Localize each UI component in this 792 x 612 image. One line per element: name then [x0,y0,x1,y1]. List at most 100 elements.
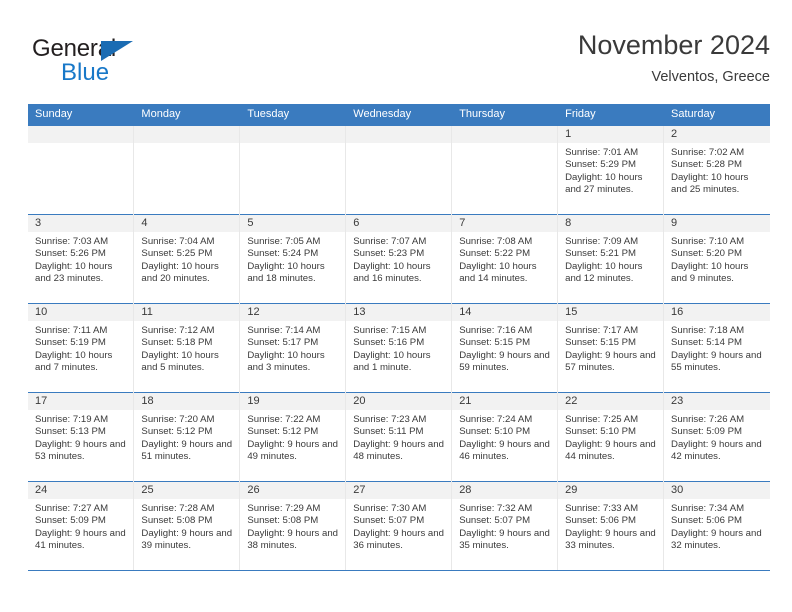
logo-triangle-icon [101,41,133,61]
daylight-text: Daylight: 9 hours and 57 minutes. [565,349,656,374]
sunset-text: Sunset: 5:15 PM [565,337,637,349]
daylight-text: Daylight: 9 hours and 33 minutes. [565,527,656,552]
daylight-text: Daylight: 10 hours and 18 minutes. [247,260,325,285]
calendar-day-cell[interactable]: 30 Sunrise: 7:34 AM Sunset: 5:06 PM Dayligh… [663,481,770,571]
calendar-day-cell[interactable]: 28 Sunrise: 7:32 AM Sunset: 5:07 PM Dayligh… [451,481,559,571]
daylight-text: Daylight: 9 hours and 39 minutes. [141,527,233,552]
day-number: 21 [452,393,558,410]
day-sun-info: Sunrise: 7:22 AM Sunset: 5:12 PM Daylight:… [240,410,345,464]
day-number: 18 [134,393,240,410]
sunset-text: Sunset: 5:26 PM [35,248,106,260]
sunset-text: Sunset: 5:22 PM [459,248,531,260]
calendar-day-cell[interactable]: 22 Sunrise: 7:25 AM Sunset: 5:10 PM Dayligh… [557,392,665,482]
sunset-text: Sunset: 5:17 PM [247,337,319,349]
day-number: 23 [664,393,770,410]
sunrise-text: Sunrise: 7:22 AM [247,414,321,425]
calendar-day-cell[interactable]: 24 Sunrise: 7:27 AM Sunset: 5:09 PM Dayligh… [28,481,135,571]
calendar-day-cell[interactable]: 13 Sunrise: 7:15 AM Sunset: 5:16 PM Dayligh… [345,303,453,393]
calendar-week-row: 1 Sunrise: 7:01 AM Sunset: 5:29 PM Daylight… [28,125,770,215]
calendar-day-cell-empty [133,125,241,215]
calendar-day-cell[interactable]: 21 Sunrise: 7:24 AM Sunset: 5:10 PM Dayligh… [451,392,559,482]
sunrise-text: Sunrise: 7:25 AM [565,414,639,425]
daylight-text: Daylight: 9 hours and 41 minutes. [35,527,126,552]
calendar-day-cell[interactable]: 18 Sunrise: 7:20 AM Sunset: 5:12 PM Dayligh… [133,392,241,482]
day-number: 3 [28,215,134,232]
calendar-day-cell[interactable]: 26 Sunrise: 7:29 AM Sunset: 5:08 PM Dayligh… [239,481,347,571]
calendar-day-cell[interactable]: 23 Sunrise: 7:26 AM Sunset: 5:09 PM Dayligh… [663,392,770,482]
daylight-text: Daylight: 9 hours and 38 minutes. [247,527,339,552]
sunrise-text: Sunrise: 7:17 AM [565,325,639,336]
day-number: 29 [558,482,664,499]
calendar-day-cell[interactable]: 11 Sunrise: 7:12 AM Sunset: 5:18 PM Dayligh… [133,303,241,393]
sunrise-text: Sunrise: 7:26 AM [671,414,745,425]
day-sun-info: Sunrise: 7:02 AM Sunset: 5:28 PM Daylight:… [664,143,769,197]
calendar-day-cell[interactable]: 14 Sunrise: 7:16 AM Sunset: 5:15 PM Dayligh… [451,303,559,393]
calendar-day-cell[interactable]: 19 Sunrise: 7:22 AM Sunset: 5:12 PM Dayligh… [239,392,347,482]
day-number: 11 [134,304,240,321]
sunset-text: Sunset: 5:18 PM [141,337,213,349]
sunset-text: Sunset: 5:10 PM [565,426,637,438]
calendar-day-cell[interactable]: 20 Sunrise: 7:23 AM Sunset: 5:11 PM Dayligh… [345,392,453,482]
calendar-day-cell[interactable]: 12 Sunrise: 7:14 AM Sunset: 5:17 PM Dayligh… [239,303,347,393]
calendar-week-row: 10 Sunrise: 7:11 AM Sunset: 5:19 PM Dayligh… [28,303,770,393]
calendar-day-cell-empty [345,125,453,215]
calendar-grid: Sunday Monday Tuesday Wednesday Thursday Frid… [28,104,770,571]
calendar-day-cell[interactable]: 1 Sunrise: 7:01 AM Sunset: 5:29 PM Daylight… [557,125,665,215]
calendar-page: General Blue November 2024 Velventos, Gr… [0,0,792,612]
sunset-text: Sunset: 5:09 PM [35,515,106,527]
sunset-text: Sunset: 5:24 PM [247,248,319,260]
calendar-day-cell[interactable]: 27 Sunrise: 7:30 AM Sunset: 5:07 PM Dayligh… [345,481,453,571]
sunset-text: Sunset: 5:15 PM [459,337,531,349]
sunset-text: Sunset: 5:19 PM [35,337,106,349]
sunset-text: Sunset: 5:14 PM [671,337,742,349]
sunrise-text: Sunrise: 7:30 AM [353,503,427,514]
calendar-day-cell[interactable]: 10 Sunrise: 7:11 AM Sunset: 5:19 PM Dayligh… [28,303,135,393]
calendar-week-row: 17 Sunrise: 7:19 AM Sunset: 5:13 PM Dayligh… [28,392,770,482]
day-sun-info: Sunrise: 7:28 AM Sunset: 5:08 PM Daylight:… [134,499,239,553]
sunset-text: Sunset: 5:09 PM [671,426,742,438]
calendar-day-cell[interactable]: 5 Sunrise: 7:05 AM Sunset: 5:24 PM Daylight… [239,214,347,304]
daylight-text: Daylight: 9 hours and 48 minutes. [353,438,444,463]
calendar-day-cell-empty [239,125,347,215]
calendar-day-cell[interactable]: 9 Sunrise: 7:10 AM Sunset: 5:20 PM Daylight… [663,214,770,304]
daylight-text: Daylight: 9 hours and 36 minutes. [353,527,444,552]
calendar-day-cell[interactable]: 4 Sunrise: 7:04 AM Sunset: 5:25 PM Daylight… [133,214,241,304]
day-sun-info: Sunrise: 7:30 AM Sunset: 5:07 PM Daylight:… [346,499,451,553]
calendar-day-cell[interactable]: 17 Sunrise: 7:19 AM Sunset: 5:13 PM Dayligh… [28,392,135,482]
daylight-text: Daylight: 10 hours and 1 minute. [353,349,431,374]
calendar-day-cell[interactable]: 6 Sunrise: 7:07 AM Sunset: 5:23 PM Daylight… [345,214,453,304]
title-block: November 2024 Velventos, Greece [578,28,770,88]
sunrise-text: Sunrise: 7:34 AM [671,503,745,514]
sunset-text: Sunset: 5:23 PM [353,248,425,260]
day-number: 27 [346,482,452,499]
sunrise-text: Sunrise: 7:20 AM [141,414,215,425]
calendar-day-cell[interactable]: 7 Sunrise: 7:08 AM Sunset: 5:22 PM Daylight… [451,214,559,304]
sunset-text: Sunset: 5:11 PM [353,426,424,438]
sunset-text: Sunset: 5:12 PM [141,426,213,438]
calendar-week-row: 3 Sunrise: 7:03 AM Sunset: 5:26 PM Daylight… [28,214,770,304]
calendar-day-cell[interactable]: 2 Sunrise: 7:02 AM Sunset: 5:28 PM Daylight… [663,125,770,215]
calendar-day-cell[interactable]: 25 Sunrise: 7:28 AM Sunset: 5:08 PM Dayligh… [133,481,241,571]
daylight-text: Daylight: 9 hours and 44 minutes. [565,438,656,463]
calendar-day-cell[interactable]: 16 Sunrise: 7:18 AM Sunset: 5:14 PM Dayligh… [663,303,770,393]
day-sun-info: Sunrise: 7:01 AM Sunset: 5:29 PM Daylight:… [558,143,663,197]
sunrise-text: Sunrise: 7:03 AM [35,236,109,247]
calendar-day-cell[interactable]: 8 Sunrise: 7:09 AM Sunset: 5:21 PM Daylight… [557,214,665,304]
calendar-day-cell[interactable]: 15 Sunrise: 7:17 AM Sunset: 5:15 PM Dayligh… [557,303,665,393]
daylight-text: Daylight: 9 hours and 59 minutes. [459,349,550,374]
day-number: 1 [558,126,664,143]
day-sun-info: Sunrise: 7:24 AM Sunset: 5:10 PM Daylight:… [452,410,557,464]
calendar-day-cell[interactable]: 3 Sunrise: 7:03 AM Sunset: 5:26 PM Daylight… [28,214,135,304]
logo-text-blue: Blue [61,59,110,86]
calendar-day-cell-empty [451,125,559,215]
day-number: 17 [28,393,134,410]
day-number: 19 [240,393,346,410]
sunset-text: Sunset: 5:08 PM [247,515,319,527]
logo-general-blue[interactable]: General Blue [32,36,252,96]
day-number: 22 [558,393,664,410]
calendar-day-cell[interactable]: 29 Sunrise: 7:33 AM Sunset: 5:06 PM Dayligh… [557,481,665,571]
day-number: 10 [28,304,134,321]
day-number: 8 [558,215,664,232]
day-number: 12 [240,304,346,321]
daylight-text: Daylight: 10 hours and 9 minutes. [671,260,749,285]
